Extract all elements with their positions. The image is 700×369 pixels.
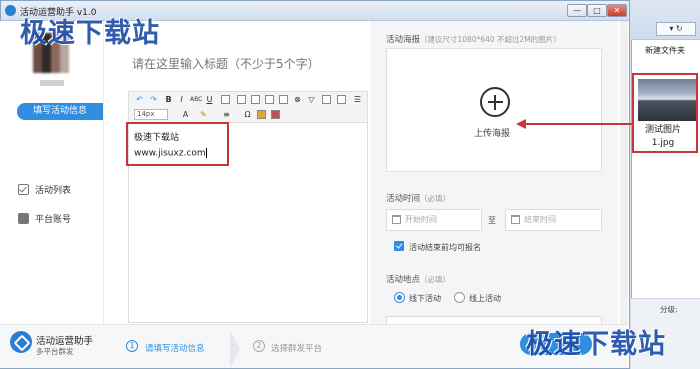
location-hint: （必填） <box>420 275 451 284</box>
insert-row-icon[interactable] <box>237 95 246 104</box>
radio-offline-label: 线下活动 <box>409 294 441 303</box>
location-section-label: 活动地点（必填） <box>386 273 450 285</box>
minimize-button[interactable]: — <box>567 4 587 17</box>
checkbox-icon <box>18 183 29 195</box>
end-time-field[interactable]: 结束时间 <box>505 209 602 231</box>
step-2-number: 2 <box>253 340 265 352</box>
highlight-color-icon[interactable]: ✎ <box>199 110 208 119</box>
undo-icon[interactable]: ↶ <box>135 95 144 104</box>
signup-checkbox[interactable] <box>394 241 404 251</box>
sidebar-item-label: 平台账号 <box>35 214 72 225</box>
bold-icon[interactable]: B <box>164 95 173 104</box>
title-input[interactable] <box>132 55 362 73</box>
underline-icon[interactable]: U <box>205 95 214 104</box>
font-size-select[interactable]: 14px <box>134 109 168 120</box>
filter-icon[interactable]: ▽ <box>307 95 316 104</box>
start-time-placeholder: 开始时间 <box>405 215 437 224</box>
start-time-field[interactable]: 开始时间 <box>386 209 482 231</box>
upload-poster-label: 上传海报 <box>474 129 511 139</box>
link-icon[interactable]: ⊗ <box>293 95 302 104</box>
merge-cells-icon[interactable] <box>265 95 274 104</box>
end-time-placeholder: 结束时间 <box>524 215 556 224</box>
signup-label: 活动结束前均可报名 <box>409 243 481 252</box>
insert-col-icon[interactable] <box>251 95 260 104</box>
content-highlight-box <box>126 122 229 166</box>
list-icon[interactable]: ☰ <box>353 95 362 104</box>
special-char-icon[interactable]: Ω <box>243 110 252 119</box>
fill-activity-info-button[interactable]: 填写活动信息 <box>17 103 103 120</box>
poster-label: 活动海报 <box>386 35 421 45</box>
step-1-number: 1 <box>126 340 138 352</box>
app-logo-icon <box>5 5 16 16</box>
rich-text-toolbar: ↶ ↷ B I ABC U ⊗ ▽ ☰ 14px A ✎ ≡ Ω <box>128 91 368 123</box>
close-button[interactable]: ✕ <box>607 4 627 17</box>
font-color-icon[interactable]: A <box>181 110 190 119</box>
code-icon[interactable] <box>337 95 346 104</box>
new-folder-button[interactable]: 新建文件夹 <box>645 45 685 56</box>
time-section-label: 活动时间（必填） <box>386 192 450 204</box>
insert-image-icon[interactable] <box>257 110 266 119</box>
radio-offline[interactable] <box>394 292 405 303</box>
radio-online[interactable] <box>454 292 465 303</box>
time-label: 活动时间 <box>386 194 421 204</box>
brand-logo-icon <box>10 331 32 353</box>
calendar-icon <box>392 215 401 224</box>
insert-media-icon[interactable] <box>271 110 280 119</box>
watermark-bottom: 极速下载站 <box>526 329 666 360</box>
watermark-top: 极速下载站 <box>20 18 160 49</box>
account-name-blurred <box>40 80 64 86</box>
time-hint: （必填） <box>420 194 451 203</box>
brand-name: 活动运营助手 <box>36 336 94 347</box>
annotation-arrow <box>524 123 634 125</box>
redo-icon[interactable]: ↷ <box>149 95 158 104</box>
poster-hint: （建议尺寸1080*640 不超过2M的图片） <box>420 35 561 44</box>
location-label: 活动地点 <box>386 275 421 285</box>
line-spacing-icon[interactable]: ≡ <box>222 110 231 119</box>
add-icon[interactable] <box>480 87 510 117</box>
to-label: 至 <box>488 216 496 225</box>
step-separator <box>230 330 240 368</box>
step-1-label: 请填写活动信息 <box>145 344 205 354</box>
sidebar-item-platform-accounts[interactable]: 平台账号 <box>18 211 71 225</box>
scrollbar[interactable] <box>620 21 628 324</box>
strikethrough-icon[interactable]: ABC <box>190 95 202 104</box>
sidebar-item-activity-list[interactable]: 活动列表 <box>18 182 71 196</box>
file-highlight-box <box>632 73 698 153</box>
explorer-nav-button[interactable]: ▾ ↻ <box>656 22 696 36</box>
maximize-button[interactable]: □ <box>587 4 607 17</box>
table-icon[interactable] <box>221 95 230 104</box>
calendar-icon <box>511 215 520 224</box>
italic-icon[interactable]: I <box>177 95 186 104</box>
annotation-arrowhead <box>516 119 526 129</box>
image-icon[interactable] <box>322 95 331 104</box>
split-cells-icon[interactable] <box>279 95 288 104</box>
sidebar-item-label: 活动列表 <box>35 185 72 196</box>
rating-label: 分级: <box>660 305 678 314</box>
user-icon <box>18 212 29 224</box>
step-2-label: 选择群发平台 <box>271 344 323 354</box>
brand-subtitle: 多平台群发 <box>36 347 74 356</box>
radio-online-label: 线上活动 <box>469 294 501 303</box>
poster-section-label: 活动海报（建议尺寸1080*640 不超过2M的图片） <box>386 33 561 45</box>
